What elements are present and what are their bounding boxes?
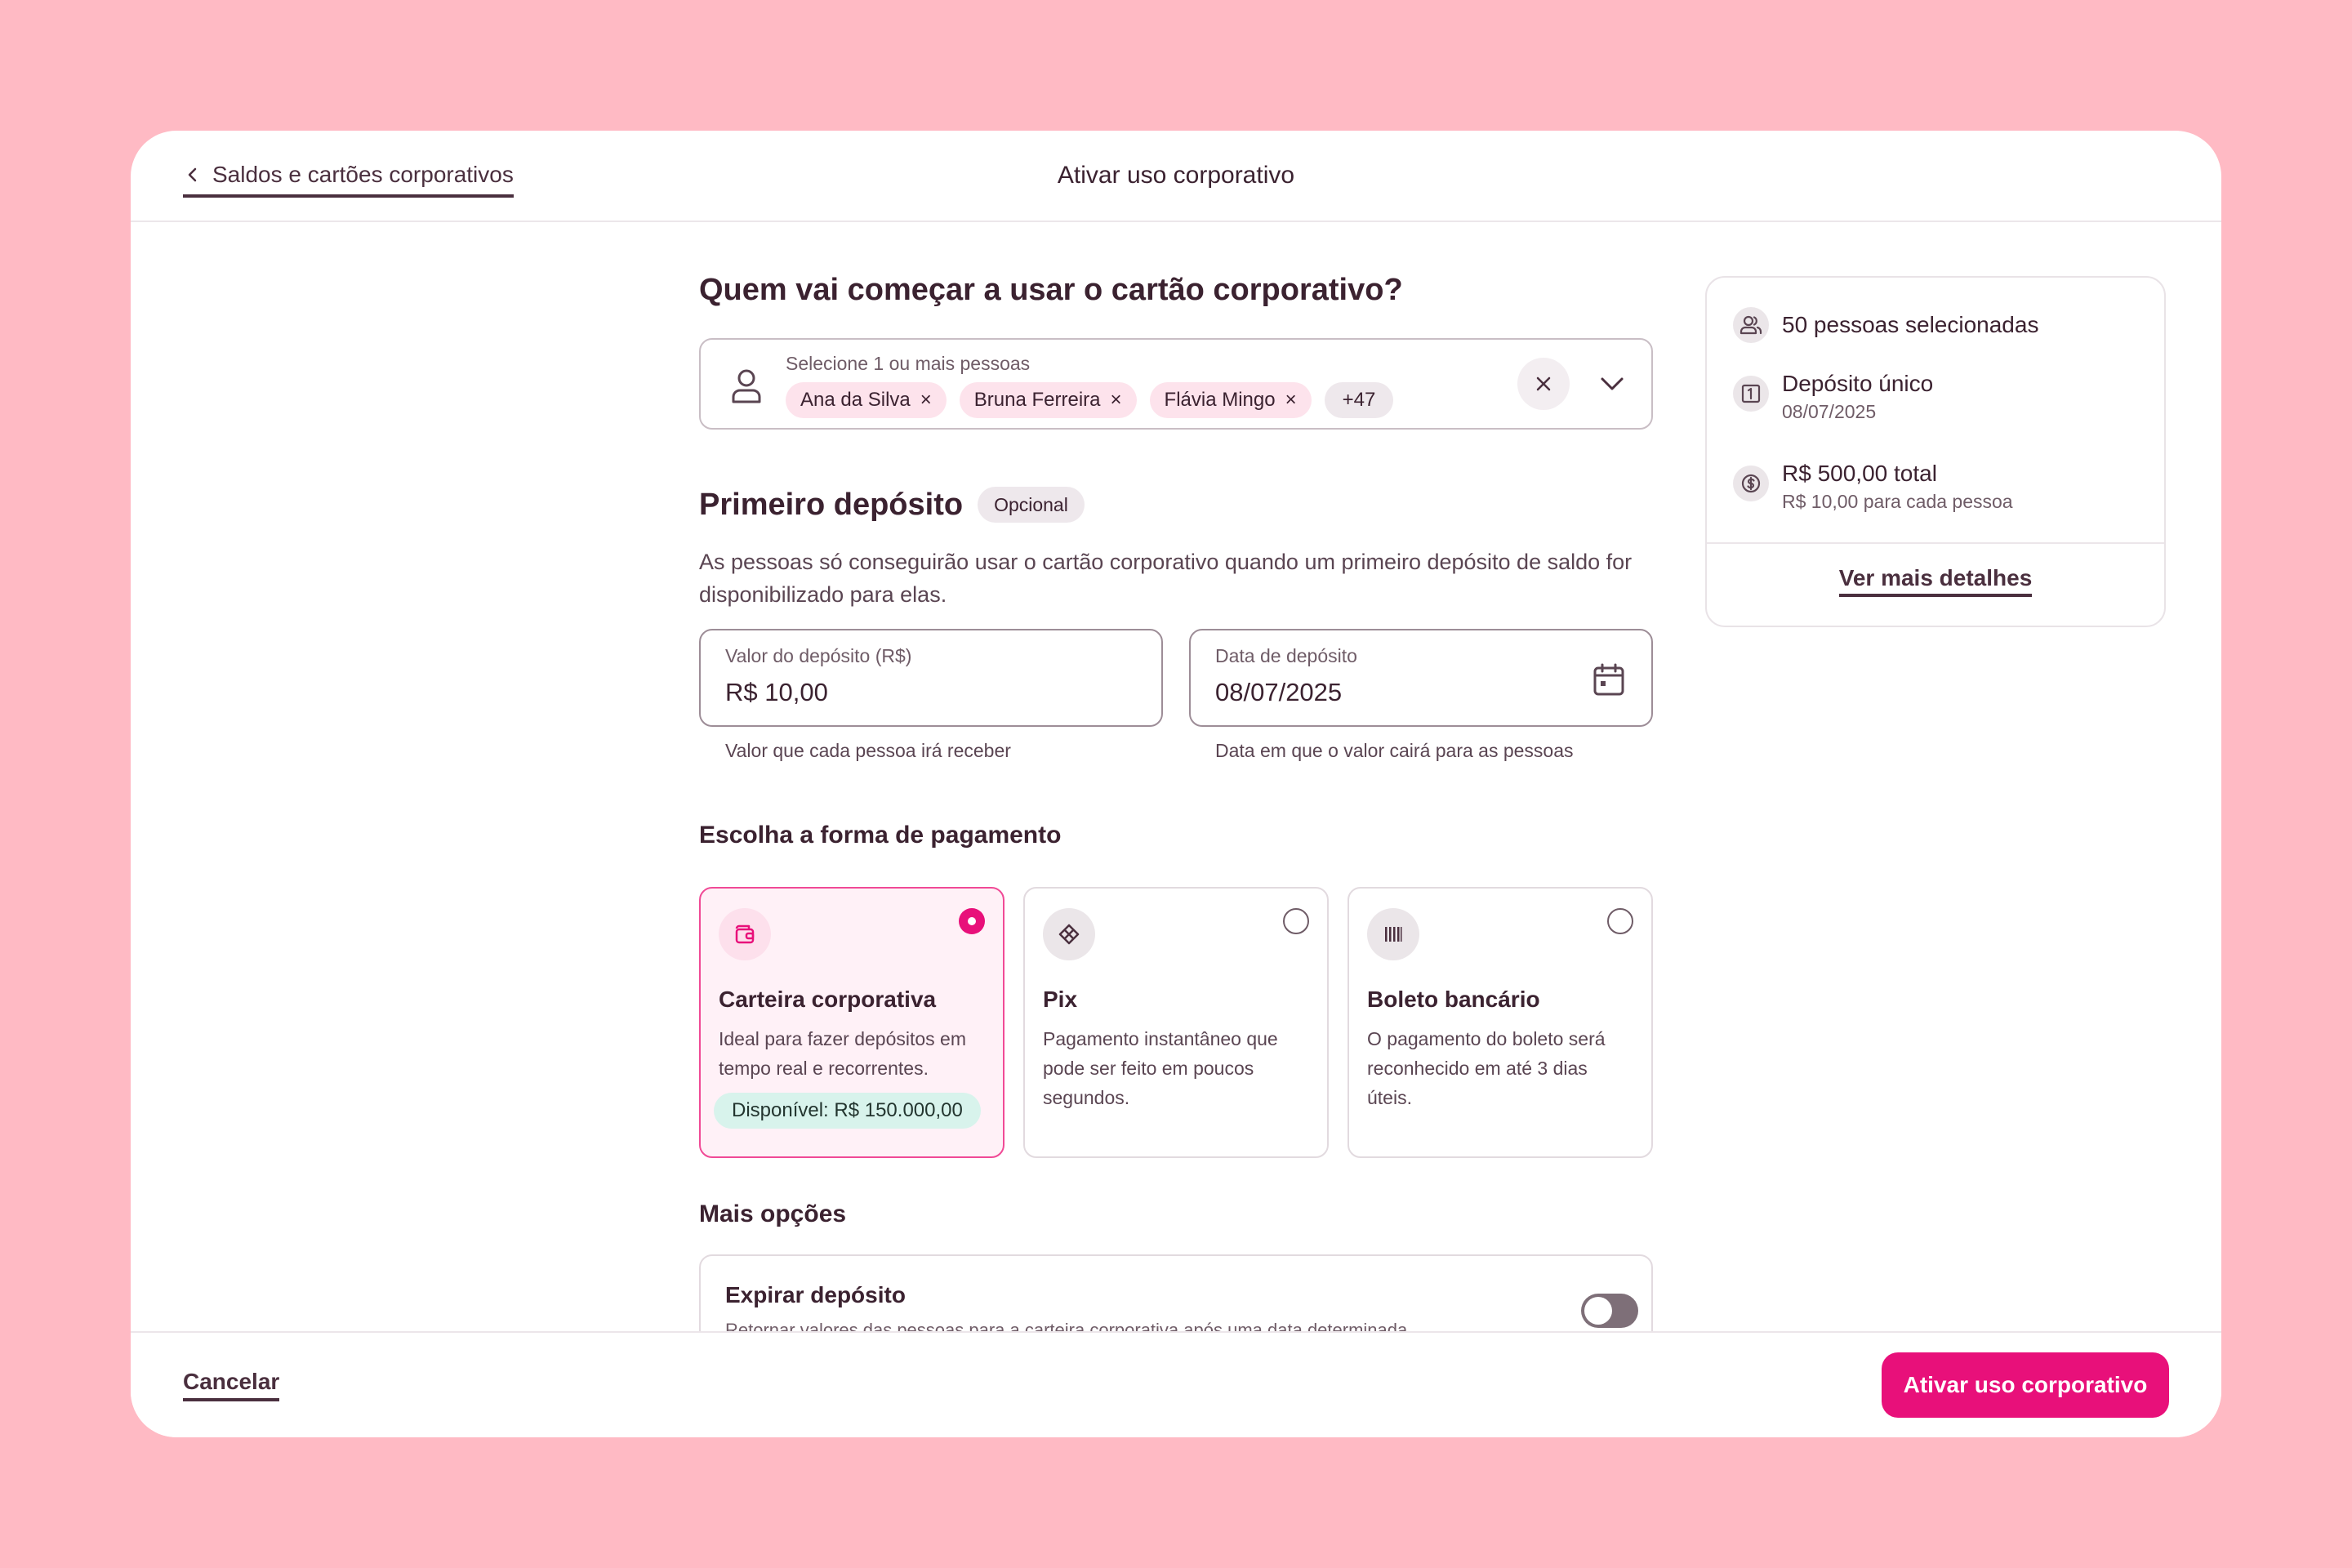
icon-circle [1733,307,1769,343]
more-people-chip[interactable]: +47 [1324,382,1394,418]
clear-selection-button[interactable] [1517,358,1570,410]
deposit-amount-value[interactable]: R$ 10,00 [725,678,828,707]
deposit-section-title: Primeiro depósito Opcional [699,487,1085,523]
summary-people: 50 pessoas selecionadas [1782,312,2039,337]
radio-unselected[interactable] [1283,908,1309,934]
deposit-date-label: Data de depósito [1215,645,1357,666]
barcode-icon [1385,927,1402,942]
users-icon [1740,315,1762,335]
person-chip: Bruna Ferreira × [959,382,1137,418]
modal-footer: Cancelar Ativar uso corporativo [131,1331,2221,1437]
deposit-description: As pessoas só conseguirão usar o cartão … [699,550,1633,607]
see-more-details-link: Ver mais detalhes [1707,565,2164,597]
modal: Saldos e cartões corporativos Ativar uso… [131,131,2221,1437]
summary-total-text: R$ 500,00 total R$ 10,00 para cada pesso… [1782,459,2013,514]
icon-circle [1733,466,1769,501]
calendar-one-icon [1741,384,1761,403]
deposit-title: Primeiro depósito [699,487,964,522]
remove-chip-icon[interactable]: × [1285,389,1297,412]
deposit-amount-field[interactable]: Valor do depósito (R$) R$ 10,00 [699,629,1163,727]
summary-people-row: 50 pessoas selecionadas [1733,307,2038,343]
radio-unselected[interactable] [1607,908,1633,934]
expire-deposit-toggle[interactable] [1581,1294,1638,1328]
chip-label: Flávia Mingo [1164,389,1276,411]
deposit-amount-helper: Valor que cada pessoa irá receber [725,740,1011,761]
icon-circle [1367,908,1419,960]
deposit-amount-label: Valor do depósito (R$) [725,645,912,666]
calendar-icon[interactable] [1591,662,1627,697]
dollar-icon [1741,474,1761,493]
summary-deposit-type: Depósito único [1782,371,1934,396]
people-select-label: Selecione 1 ou mais pessoas [786,353,1031,374]
summary-card: 50 pessoas selecionadas Depósito único 0… [1705,276,2166,627]
radio-selected[interactable] [959,908,985,934]
payment-option-boleto[interactable]: Boleto bancário O pagamento do boleto se… [1348,887,1653,1158]
wallet-icon [735,924,755,944]
payment-title: Escolha a forma de pagamento [699,822,1062,849]
payment-option-title: Carteira corporativa [719,987,937,1012]
payment-option-title: Boleto bancário [1367,987,1540,1012]
optional-badge: Opcional [978,487,1085,523]
summary-per-person: R$ 10,00 para cada pessoa [1782,491,2013,512]
people-multiselect[interactable]: Selecione 1 ou mais pessoas Ana da Silva… [699,338,1653,430]
payment-option-title: Pix [1043,987,1078,1012]
icon-circle [719,908,771,960]
user-icon [732,369,761,403]
summary-total-row: R$ 500,00 total R$ 10,00 para cada pesso… [1733,459,2013,514]
modal-header: Saldos e cartões corporativos Ativar uso… [131,131,2221,222]
payment-option-description: O pagamento do boleto será reconhecido e… [1367,1028,1606,1108]
payment-option-description: Ideal para fazer depósitos em tempo real… [719,1028,967,1079]
person-chip: Flávia Mingo × [1149,382,1312,418]
remove-chip-icon[interactable]: × [920,389,932,412]
close-icon [1536,376,1551,391]
see-more-details-label[interactable]: Ver mais detalhes [1838,565,2033,597]
icon-circle [1043,908,1095,960]
remove-chip-icon[interactable]: × [1111,389,1122,412]
summary-deposit-row: Depósito único 08/07/2025 [1733,369,1933,425]
selected-chips: Ana da Silva × Bruna Ferreira × Flávia M… [786,382,1394,418]
summary-deposit-text: Depósito único 08/07/2025 [1782,369,1933,425]
more-options-title: Mais opções [699,1200,847,1227]
deposit-date-helper: Data em que o valor cairá para as pessoa… [1215,740,1574,761]
cancel-button[interactable]: Cancelar [183,1369,280,1401]
people-question: Quem vai começar a usar o cartão corpora… [699,273,1403,307]
expire-deposit-title: Expirar depósito [725,1282,906,1307]
payment-option-description: Pagamento instantâneo que pode ser feito… [1043,1028,1278,1108]
payment-option-carteira[interactable]: Carteira corporativa Ideal para fazer de… [699,887,1004,1158]
activate-button[interactable]: Ativar uso corporativo [1882,1352,2169,1418]
chip-label: Bruna Ferreira [973,389,1101,411]
summary-total: R$ 500,00 total [1782,461,1937,486]
available-balance-badge: Disponível: R$ 150.000,00 [714,1093,981,1129]
deposit-date-value[interactable]: 08/07/2025 [1215,678,1342,707]
icon-circle [1733,376,1769,412]
payment-option-pix[interactable]: Pix Pagamento instantâneo que pode ser f… [1023,887,1329,1158]
page-title: Ativar uso corporativo [1057,162,1295,189]
summary-deposit-date: 08/07/2025 [1782,401,1877,422]
chevron-down-icon[interactable] [1596,368,1628,400]
person-chip: Ana da Silva × [786,382,947,418]
expire-deposit-description: Retornar valores das pessoas para a cart… [725,1320,1408,1331]
content-area[interactable]: Quem vai começar a usar o cartão corpora… [131,224,2221,1331]
summary-divider [1707,542,2164,544]
pix-icon [1058,924,1080,945]
deposit-date-field[interactable]: Data de depósito 08/07/2025 [1189,629,1653,727]
expire-deposit-card: Expirar depósito Retornar valores das pe… [699,1254,1653,1331]
chip-label: Ana da Silva [800,389,911,411]
